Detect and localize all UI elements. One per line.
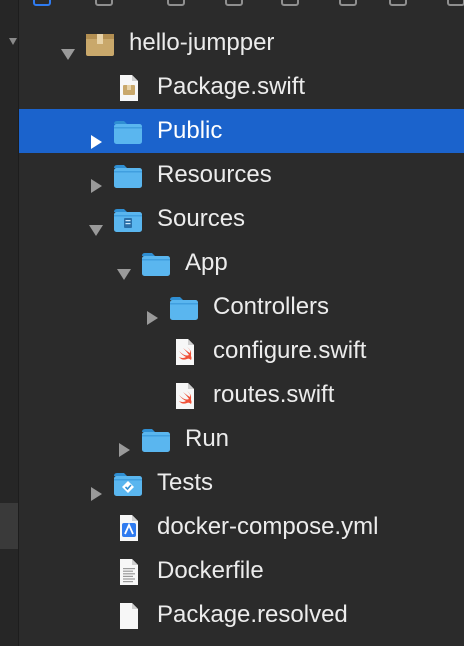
swift-package-file-icon xyxy=(113,73,143,101)
file-tree-label: configure.swift xyxy=(213,337,367,364)
file-tree-row[interactable]: Sources xyxy=(19,197,464,241)
find-navigator-tab-icon[interactable] xyxy=(225,0,243,6)
file-tree-row[interactable]: routes.swift xyxy=(19,373,464,417)
file-tree-label: Public xyxy=(157,117,223,144)
disclosure-closed-icon[interactable] xyxy=(87,122,105,149)
file-tree-row[interactable]: Resources xyxy=(19,153,464,197)
folder-icon xyxy=(141,249,171,277)
navigator-toolbar xyxy=(19,0,464,10)
file-tree-row[interactable]: configure.swift xyxy=(19,329,464,373)
file-tree-row[interactable]: Dockerfile xyxy=(19,549,464,593)
blank-file-icon xyxy=(113,601,143,629)
file-tree-label: hello-jumpper xyxy=(129,29,275,56)
folder-icon xyxy=(113,161,143,189)
project-navigator: hello-jumpper Package.swift Public Resource… xyxy=(18,0,464,646)
folder-icon xyxy=(113,117,143,145)
editor-gutter xyxy=(0,0,18,646)
disclosure-open-icon[interactable] xyxy=(115,254,133,280)
file-tree-row[interactable]: hello-jumpper xyxy=(19,21,464,65)
debug-navigator-tab-icon[interactable] xyxy=(389,0,407,6)
file-tree-label: Sources xyxy=(157,205,246,232)
file-tree-label: Dockerfile xyxy=(157,557,264,584)
disclosure-closed-icon[interactable] xyxy=(87,474,105,501)
gutter-highlight xyxy=(0,503,18,549)
file-tree-label: Tests xyxy=(157,469,214,496)
breakpoint-navigator-tab-icon[interactable] xyxy=(447,0,464,6)
file-tree-label: routes.swift xyxy=(213,381,335,408)
test-navigator-tab-icon[interactable] xyxy=(339,0,357,6)
file-tree-label: Package.swift xyxy=(157,73,306,100)
folder-icon xyxy=(141,425,171,453)
file-tree-label: Controllers xyxy=(213,293,330,320)
project-navigator-tab-icon[interactable] xyxy=(33,0,51,6)
issue-navigator-tab-icon[interactable] xyxy=(281,0,299,6)
file-tree-label: App xyxy=(185,249,228,276)
file-tree-label: Package.resolved xyxy=(157,601,348,628)
folder-icon xyxy=(169,293,199,321)
disclosure-closed-icon[interactable] xyxy=(115,430,133,457)
file-tree-row[interactable]: Package.swift xyxy=(19,65,464,109)
text-file-icon xyxy=(113,557,143,585)
swift-file-icon xyxy=(169,381,199,409)
file-tree-row[interactable]: Package.resolved xyxy=(19,593,464,637)
disclosure-open-icon[interactable] xyxy=(87,210,105,236)
file-tree-row[interactable]: App xyxy=(19,241,464,285)
yaml-file-icon xyxy=(113,513,143,541)
tests-folder-icon xyxy=(113,469,143,497)
disclosure-closed-icon[interactable] xyxy=(87,166,105,193)
source-control-tab-icon[interactable] xyxy=(95,0,113,6)
file-tree-row[interactable]: Tests xyxy=(19,461,464,505)
disclosure-closed-icon[interactable] xyxy=(143,298,161,325)
file-tree-row[interactable]: Public xyxy=(19,109,464,153)
file-tree-row[interactable]: Controllers xyxy=(19,285,464,329)
file-tree-label: docker-compose.yml xyxy=(157,513,379,540)
file-tree: hello-jumpper Package.swift Public Resource… xyxy=(19,21,464,637)
sources-folder-icon xyxy=(113,205,143,233)
file-tree-row[interactable]: docker-compose.yml xyxy=(19,505,464,549)
file-tree-label: Resources xyxy=(157,161,272,188)
collapse-triangle-icon[interactable] xyxy=(9,38,17,45)
file-tree-label: Run xyxy=(185,425,230,452)
disclosure-open-icon[interactable] xyxy=(59,34,77,60)
symbol-navigator-tab-icon[interactable] xyxy=(167,0,185,6)
package-folder-icon xyxy=(85,29,115,57)
swift-file-icon xyxy=(169,337,199,365)
file-tree-row[interactable]: Run xyxy=(19,417,464,461)
